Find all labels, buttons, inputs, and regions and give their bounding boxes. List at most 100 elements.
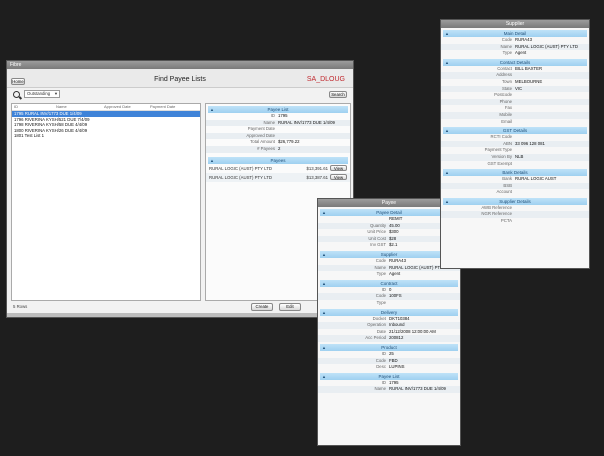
field-label: Docket [372, 315, 386, 321]
search-icon-handle [18, 96, 23, 100]
section-header[interactable]: ▲ Main Detail [443, 30, 587, 37]
field-label: Code [375, 257, 386, 263]
section-title: Bank Details [502, 170, 528, 176]
section-header[interactable]: ▲ Payee Detail [320, 209, 458, 216]
status-filter-value: Outstanding [27, 91, 51, 96]
field-row: Type [318, 300, 460, 307]
field-row: Postcode [441, 92, 589, 99]
payee-item: RURAL LOGIC (AUST) PTY LTD $13,387.61 Vi… [206, 172, 350, 182]
field-row: Name RURAL LOGIC (AUST) PTY LTD [318, 264, 460, 272]
field-value: Agent [515, 50, 527, 56]
edit-button[interactable]: Edit [279, 303, 301, 311]
view-payee-button[interactable]: View [330, 174, 347, 181]
field-label: Email [501, 118, 512, 124]
section-header[interactable]: ▲ Payee List [320, 372, 458, 380]
payee-name: RURAL LOGIC (AUST) PTY LTD [209, 174, 272, 180]
section-header[interactable]: ▲ GST Details [443, 127, 587, 135]
supplier-window-title: Supplier [505, 21, 525, 27]
col-header-approved-date[interactable]: Approved Date [104, 104, 131, 109]
field-row: Docket DKT10384 [318, 316, 460, 323]
field-label: ID [381, 379, 386, 385]
payee-list-section-header[interactable]: ▲ Payee List [208, 106, 348, 113]
field-label: Total Amount [250, 139, 275, 145]
section-header[interactable]: ▲ Product [320, 343, 458, 351]
field-label: Name [263, 119, 275, 125]
field-value: Agent [389, 271, 401, 277]
field-label: AWB Reference [481, 204, 512, 210]
section-header[interactable]: ▲ Contact Details [443, 58, 587, 66]
supplier-window-body: ▲ Main Detail Code RURA43 Name RURAL LOGIC (A… [441, 30, 589, 225]
section-header[interactable]: ▲ Contract [320, 279, 458, 287]
field-value: RURAL INV/1773 DUE 1/4/09 [389, 386, 446, 392]
field-label: Bank [502, 176, 512, 182]
section-header[interactable]: ▲ Supplier Details [443, 197, 587, 205]
search-button[interactable]: Search [329, 91, 347, 98]
field-label: Fax [504, 105, 512, 111]
collapse-arrow-icon: ▲ [322, 344, 326, 350]
payee-window-titlebar[interactable]: Payee [318, 199, 460, 207]
section-header[interactable]: ▲ Supplier [320, 250, 458, 258]
collapse-arrow-icon: ▲ [445, 170, 449, 176]
field-row: Bank RURAL LOGIC AUST [441, 176, 589, 183]
collapse-arrow-icon: ▲ [210, 157, 214, 163]
section-title: Supplier [380, 251, 398, 257]
collapse-arrow-icon: ▲ [445, 128, 449, 134]
supplier-window: Supplier ▲ Main Detail Code RURA43 Name RURAL… [440, 19, 590, 269]
field-row: Town MELBOURNE [441, 79, 589, 86]
field-label: ID [381, 350, 386, 356]
main-window-title: Fibre [10, 62, 22, 68]
field-label: Mobile [499, 111, 512, 117]
field-row: # Payees 2 [206, 145, 350, 153]
field-row: Date 21/12/2008 12:00:00 AM [318, 329, 460, 336]
field-label: Name [374, 264, 386, 270]
field-label: ABN [503, 140, 512, 146]
section-header[interactable]: ▲ Delivery [320, 308, 458, 316]
field-row: GST Exempt [441, 161, 589, 168]
section-title: GST Details [502, 128, 528, 134]
field-value: 100FS [389, 293, 402, 299]
section-header[interactable]: ▲ Bank Details [443, 169, 587, 177]
main-window-titlebar[interactable]: Fibre [7, 61, 353, 69]
field-label: Operation [367, 322, 386, 328]
view-payee-button[interactable]: View [330, 165, 347, 172]
field-label: PCTA [500, 218, 512, 224]
field-row: Unit Cost $28 [318, 235, 460, 243]
field-value: 45.00 [389, 222, 400, 228]
create-button[interactable]: Create [251, 303, 273, 311]
field-row: BSB [441, 182, 589, 190]
payees-section-title: Payees [270, 157, 286, 163]
col-header-payment-date[interactable]: Payment Date [150, 104, 175, 109]
field-row: ABN 33 096 128 081 [441, 140, 589, 148]
field-value: DKT10384 [389, 315, 410, 321]
row-count-status: 5 Rows [13, 304, 28, 309]
field-row: REMIT [318, 216, 460, 223]
payees-section-header[interactable]: ▲ Payees [208, 156, 348, 164]
status-filter-select[interactable]: Outstanding ▼ [24, 90, 60, 98]
payee-amount: $13,387.61 [306, 174, 328, 180]
field-label: Code [501, 37, 512, 42]
section-title: Contract [380, 280, 398, 286]
section-title: Delivery [380, 309, 398, 315]
section-title: Payee List [378, 373, 400, 379]
field-label: Date [376, 328, 386, 334]
field-row: Fax [441, 105, 589, 112]
section-title: Main Detail [503, 31, 527, 36]
field-value: 33 096 128 081 [515, 140, 545, 146]
col-header-name[interactable]: Name [56, 104, 67, 109]
supplier-window-titlebar[interactable]: Supplier [441, 20, 589, 28]
field-row: Address [441, 72, 589, 79]
field-value: RURAL LOGIC AUST [515, 176, 557, 182]
field-label: Payment Date [247, 126, 275, 132]
table-row[interactable]: 1801 Test List 1 [12, 133, 200, 139]
filter-bar: Outstanding ▼ Search [7, 88, 353, 102]
field-label: Code [375, 357, 386, 363]
field-label: Town [501, 78, 512, 84]
field-label: Version By [491, 153, 512, 159]
field-row: Type Agent [318, 271, 460, 278]
field-value: 200812 [389, 335, 404, 341]
field-label: Approved Date [246, 132, 275, 138]
main-window-bottom-bar [7, 313, 353, 317]
col-header-id[interactable]: ID [14, 104, 18, 109]
field-value: FBD [389, 357, 398, 363]
field-row: ID 25 [318, 351, 460, 358]
